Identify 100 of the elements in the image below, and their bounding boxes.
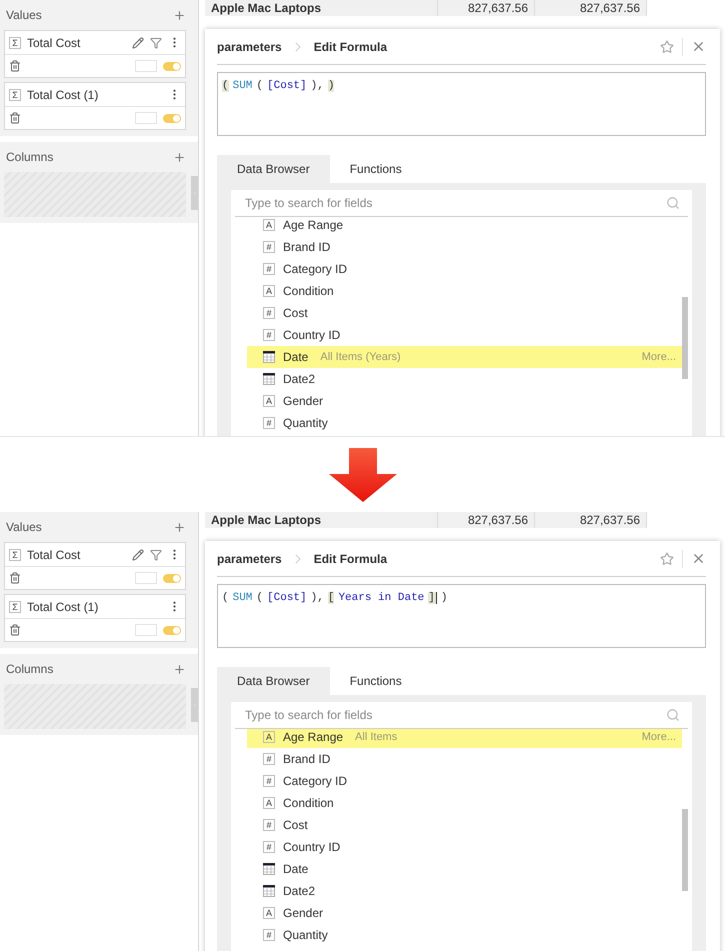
- field-name: Age Range: [283, 730, 344, 744]
- field-item[interactable]: Date2: [247, 880, 682, 902]
- field-type-icon: A: [263, 219, 275, 231]
- input-field[interactable]: [135, 572, 157, 584]
- field-name: Quantity: [283, 416, 328, 430]
- search-field[interactable]: Type to search for fields: [243, 195, 666, 211]
- field-item[interactable]: A Gender: [247, 902, 682, 924]
- field-detail: All Items: [355, 731, 398, 743]
- collapse-handle[interactable]: [191, 688, 198, 722]
- pencil-icon[interactable]: [132, 548, 144, 560]
- scrollbar-thumb[interactable]: [682, 297, 688, 379]
- formula-token: (: [222, 80, 229, 92]
- field-item[interactable]: A Age Range All Items More...: [247, 729, 682, 748]
- section-title: Values: [6, 8, 42, 22]
- field-item[interactable]: # Quantity: [247, 924, 682, 946]
- input-field[interactable]: [135, 112, 157, 124]
- add-icon[interactable]: [173, 520, 186, 534]
- calendar-table-icon: [263, 373, 275, 385]
- search-icon: [666, 708, 680, 722]
- calendar-table-icon: [263, 863, 275, 875]
- field-item[interactable]: A Gender: [247, 390, 682, 412]
- filter-icon[interactable]: [150, 548, 162, 560]
- star-icon[interactable]: [660, 552, 674, 566]
- add-icon[interactable]: [173, 8, 186, 22]
- breadcrumb-link[interactable]: parameters: [217, 552, 282, 566]
- field-item[interactable]: Date2: [247, 368, 682, 390]
- field-type-icon: #: [263, 241, 275, 253]
- field-item[interactable]: Date All Items (Years) More...: [247, 346, 682, 368]
- field-item[interactable]: # Country ID: [247, 324, 682, 346]
- field-item[interactable]: # Brand ID: [247, 236, 682, 258]
- formula-token: ),: [310, 592, 324, 604]
- trash-icon[interactable]: [9, 624, 21, 636]
- field-name: Age Range: [283, 218, 344, 232]
- field-type-icon: #: [263, 417, 275, 429]
- field-name: Date: [283, 862, 308, 876]
- field-type-icon: A: [263, 907, 275, 919]
- field-item[interactable]: A Condition: [247, 792, 682, 814]
- close-icon[interactable]: [691, 551, 706, 566]
- tab[interactable]: Data Browser: [217, 667, 330, 695]
- trash-icon[interactable]: [9, 112, 21, 124]
- formula-token: ): [440, 592, 448, 604]
- toggle-switch[interactable]: [163, 626, 181, 634]
- collapse-handle[interactable]: [191, 176, 198, 210]
- field-type-icon: A: [263, 731, 275, 743]
- field-type-icon: #: [263, 307, 275, 319]
- scrollbar-thumb[interactable]: [682, 809, 688, 891]
- field-type-icon: #: [263, 753, 275, 765]
- sigma-icon: Σ: [9, 88, 21, 100]
- field-item[interactable]: Date: [247, 858, 682, 880]
- close-icon[interactable]: [691, 39, 706, 54]
- field-type-icon: #: [263, 841, 275, 853]
- field-name: Date: [283, 350, 308, 364]
- search-field[interactable]: Type to search for fields: [243, 707, 666, 723]
- field-name: Category ID: [283, 774, 348, 788]
- field-item[interactable]: # Cost: [247, 814, 682, 836]
- field-item[interactable]: # Category ID: [247, 258, 682, 280]
- calendar-table-icon: [263, 351, 275, 363]
- field-item[interactable]: A Age Range: [247, 217, 682, 236]
- field-type-icon: #: [263, 929, 275, 941]
- section-title: Columns: [6, 662, 54, 676]
- table-cell: 827,637.56: [535, 0, 647, 16]
- field-name: Condition: [283, 796, 334, 810]
- star-icon[interactable]: [660, 40, 674, 54]
- field-item[interactable]: # Category ID: [247, 770, 682, 792]
- section-title: Columns: [6, 150, 54, 164]
- measure-name: Total Cost: [27, 36, 82, 50]
- formula-editor[interactable]: ( SUM ( [Cost] ), ): [217, 72, 706, 136]
- input-field[interactable]: [135, 60, 157, 72]
- table-cell: 827,637.56: [438, 512, 535, 528]
- field-type-icon: #: [263, 775, 275, 787]
- arrow-icon: [328, 448, 396, 502]
- trash-icon[interactable]: [9, 60, 21, 72]
- formula-token: ): [328, 80, 334, 92]
- table-cell: 827,637.56: [535, 512, 647, 528]
- field-name: Country ID: [283, 328, 340, 342]
- add-icon[interactable]: [173, 662, 186, 676]
- add-icon[interactable]: [173, 150, 186, 164]
- filter-icon[interactable]: [150, 36, 162, 48]
- sigma-icon: Σ: [9, 36, 21, 48]
- trash-icon[interactable]: [9, 572, 21, 584]
- field-name: Gender: [283, 906, 324, 920]
- field-item[interactable]: # Country ID: [247, 836, 682, 858]
- sigma-icon: Σ: [9, 548, 21, 560]
- pencil-icon[interactable]: [132, 36, 144, 48]
- dialog-title: Edit Formula: [314, 40, 388, 54]
- field-name: Quantity: [283, 928, 328, 942]
- tab[interactable]: Data Browser: [217, 155, 330, 183]
- toggle-switch[interactable]: [163, 574, 181, 582]
- field-item[interactable]: # Quantity: [247, 412, 682, 434]
- field-item[interactable]: A Condition: [247, 280, 682, 302]
- toggle-switch[interactable]: [163, 62, 181, 70]
- field-item[interactable]: # Brand ID: [247, 748, 682, 770]
- section-title: Values: [6, 520, 42, 534]
- formula-token: [: [328, 592, 334, 604]
- measure-name: Total Cost (1): [27, 600, 100, 614]
- formula-editor[interactable]: ( SUM ( [Cost] ), [ Years in Date ] ): [217, 584, 706, 648]
- toggle-switch[interactable]: [163, 114, 181, 122]
- field-item[interactable]: # Cost: [247, 302, 682, 324]
- breadcrumb-link[interactable]: parameters: [217, 40, 282, 54]
- input-field[interactable]: [135, 624, 157, 636]
